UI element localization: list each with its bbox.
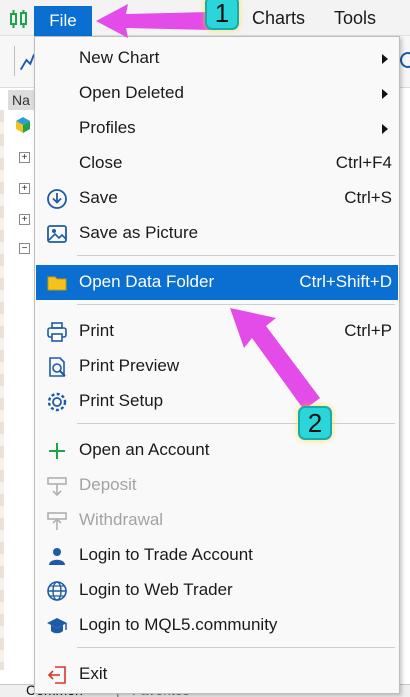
menu-item-print[interactable]: Print Ctrl+P [36, 314, 398, 349]
menu-item-login-web-trader[interactable]: Login to Web Trader [36, 573, 398, 608]
menu-charts[interactable]: Charts [252, 8, 305, 29]
step-badge-1: 1 [205, 0, 239, 30]
menu-item-label: Login to Web Trader [79, 580, 233, 599]
menu-separator [77, 647, 395, 648]
tree-expander[interactable]: + [19, 214, 30, 225]
menu-item-withdrawal: Withdrawal [36, 503, 398, 538]
menu-item-print-preview[interactable]: Print Preview [36, 349, 398, 384]
user-icon [49, 548, 65, 565]
app-candlestick-icon [10, 10, 27, 28]
print-preview-icon [49, 357, 66, 377]
menu-item-deposit: Deposit [36, 468, 398, 503]
deposit-icon [47, 477, 67, 497]
menu-item-login-trade-account[interactable]: Login to Trade Account [36, 538, 398, 573]
menu-tools[interactable]: Tools [334, 8, 376, 29]
menu-separator [77, 423, 395, 424]
graduation-cap-icon [47, 618, 67, 634]
menu-item-label: Login to Trade Account [79, 545, 253, 564]
menu-item-label: Open Data Folder [79, 272, 215, 291]
menu-item-label: Save as Picture [79, 223, 199, 242]
menu-item-shortcut: Ctrl+Shift+D [299, 272, 392, 291]
menu-item-open-deleted[interactable]: Open Deleted [36, 76, 398, 111]
chart-edge [0, 110, 4, 670]
printer-icon [47, 322, 67, 342]
exit-icon [47, 666, 66, 684]
menu-item-label: Print Setup [79, 391, 164, 410]
menu-item-profiles[interactable]: Profiles [36, 111, 398, 146]
menu-item-open-account[interactable]: Open an Account [36, 433, 398, 468]
print-setup-icon [47, 392, 67, 412]
menu-item-label: Print Preview [79, 356, 180, 375]
step-badge-2: 2 [298, 406, 332, 440]
menu-item-shortcut: Ctrl+F4 [335, 153, 392, 172]
menu-item-label: Close [79, 153, 123, 172]
plus-icon [49, 443, 65, 459]
navigator-root-icon [16, 117, 30, 133]
menu-separator [77, 304, 395, 305]
menu-item-print-setup[interactable]: Print Setup [36, 384, 398, 419]
submenu-arrow-icon [382, 124, 388, 134]
menu-item-save[interactable]: Save Ctrl+S [36, 181, 398, 216]
menu-item-label: Exit [79, 664, 108, 683]
submenu-arrow-icon [382, 54, 388, 64]
menu-item-exit[interactable]: Exit [36, 657, 398, 692]
menu-item-label: Save [79, 188, 118, 207]
save-circle-icon [47, 189, 67, 209]
tree-expander[interactable]: − [19, 243, 30, 254]
withdrawal-icon [47, 512, 67, 530]
folder-icon [47, 276, 67, 291]
navigator-panel [0, 88, 36, 688]
menu-item-open-data-folder[interactable]: Open Data Folder Ctrl+Shift+D [36, 265, 398, 300]
menu-item-save-as-picture[interactable]: Save as Picture [36, 216, 398, 251]
menu-item-new-chart[interactable]: New Chart [36, 41, 398, 76]
globe-icon [47, 581, 67, 601]
picture-icon [47, 225, 67, 243]
menu-separator [77, 255, 395, 256]
menu-item-label: Withdrawal [79, 510, 164, 529]
menu-item-shortcut: Ctrl+S [344, 188, 392, 207]
submenu-arrow-icon [382, 89, 388, 99]
menu-item-close[interactable]: Close Ctrl+F4 [36, 146, 398, 181]
menu-item-login-mql5[interactable]: Login to MQL5.community [36, 608, 398, 643]
tree-expander[interactable]: + [19, 152, 30, 163]
file-menu-dropdown: New Chart Open Deleted Profiles Close Ct… [34, 36, 400, 694]
menu-item-label: New Chart [79, 48, 160, 67]
menu-item-label: Login to MQL5.community [79, 615, 278, 634]
menu-file[interactable]: File [34, 6, 92, 36]
line-tool-icon[interactable] [14, 46, 36, 76]
navigator-header: Na [8, 90, 36, 110]
menu-item-label: Open an Account [79, 440, 210, 459]
menu-item-label: Print [79, 321, 114, 340]
menu-item-label: Deposit [79, 475, 137, 494]
menu-item-shortcut: Ctrl+P [344, 321, 392, 340]
tree-expander[interactable]: + [19, 183, 30, 194]
menu-item-label: Profiles [79, 118, 136, 137]
menu-item-label: Open Deleted [79, 83, 184, 102]
menu-file-label: File [49, 11, 77, 30]
